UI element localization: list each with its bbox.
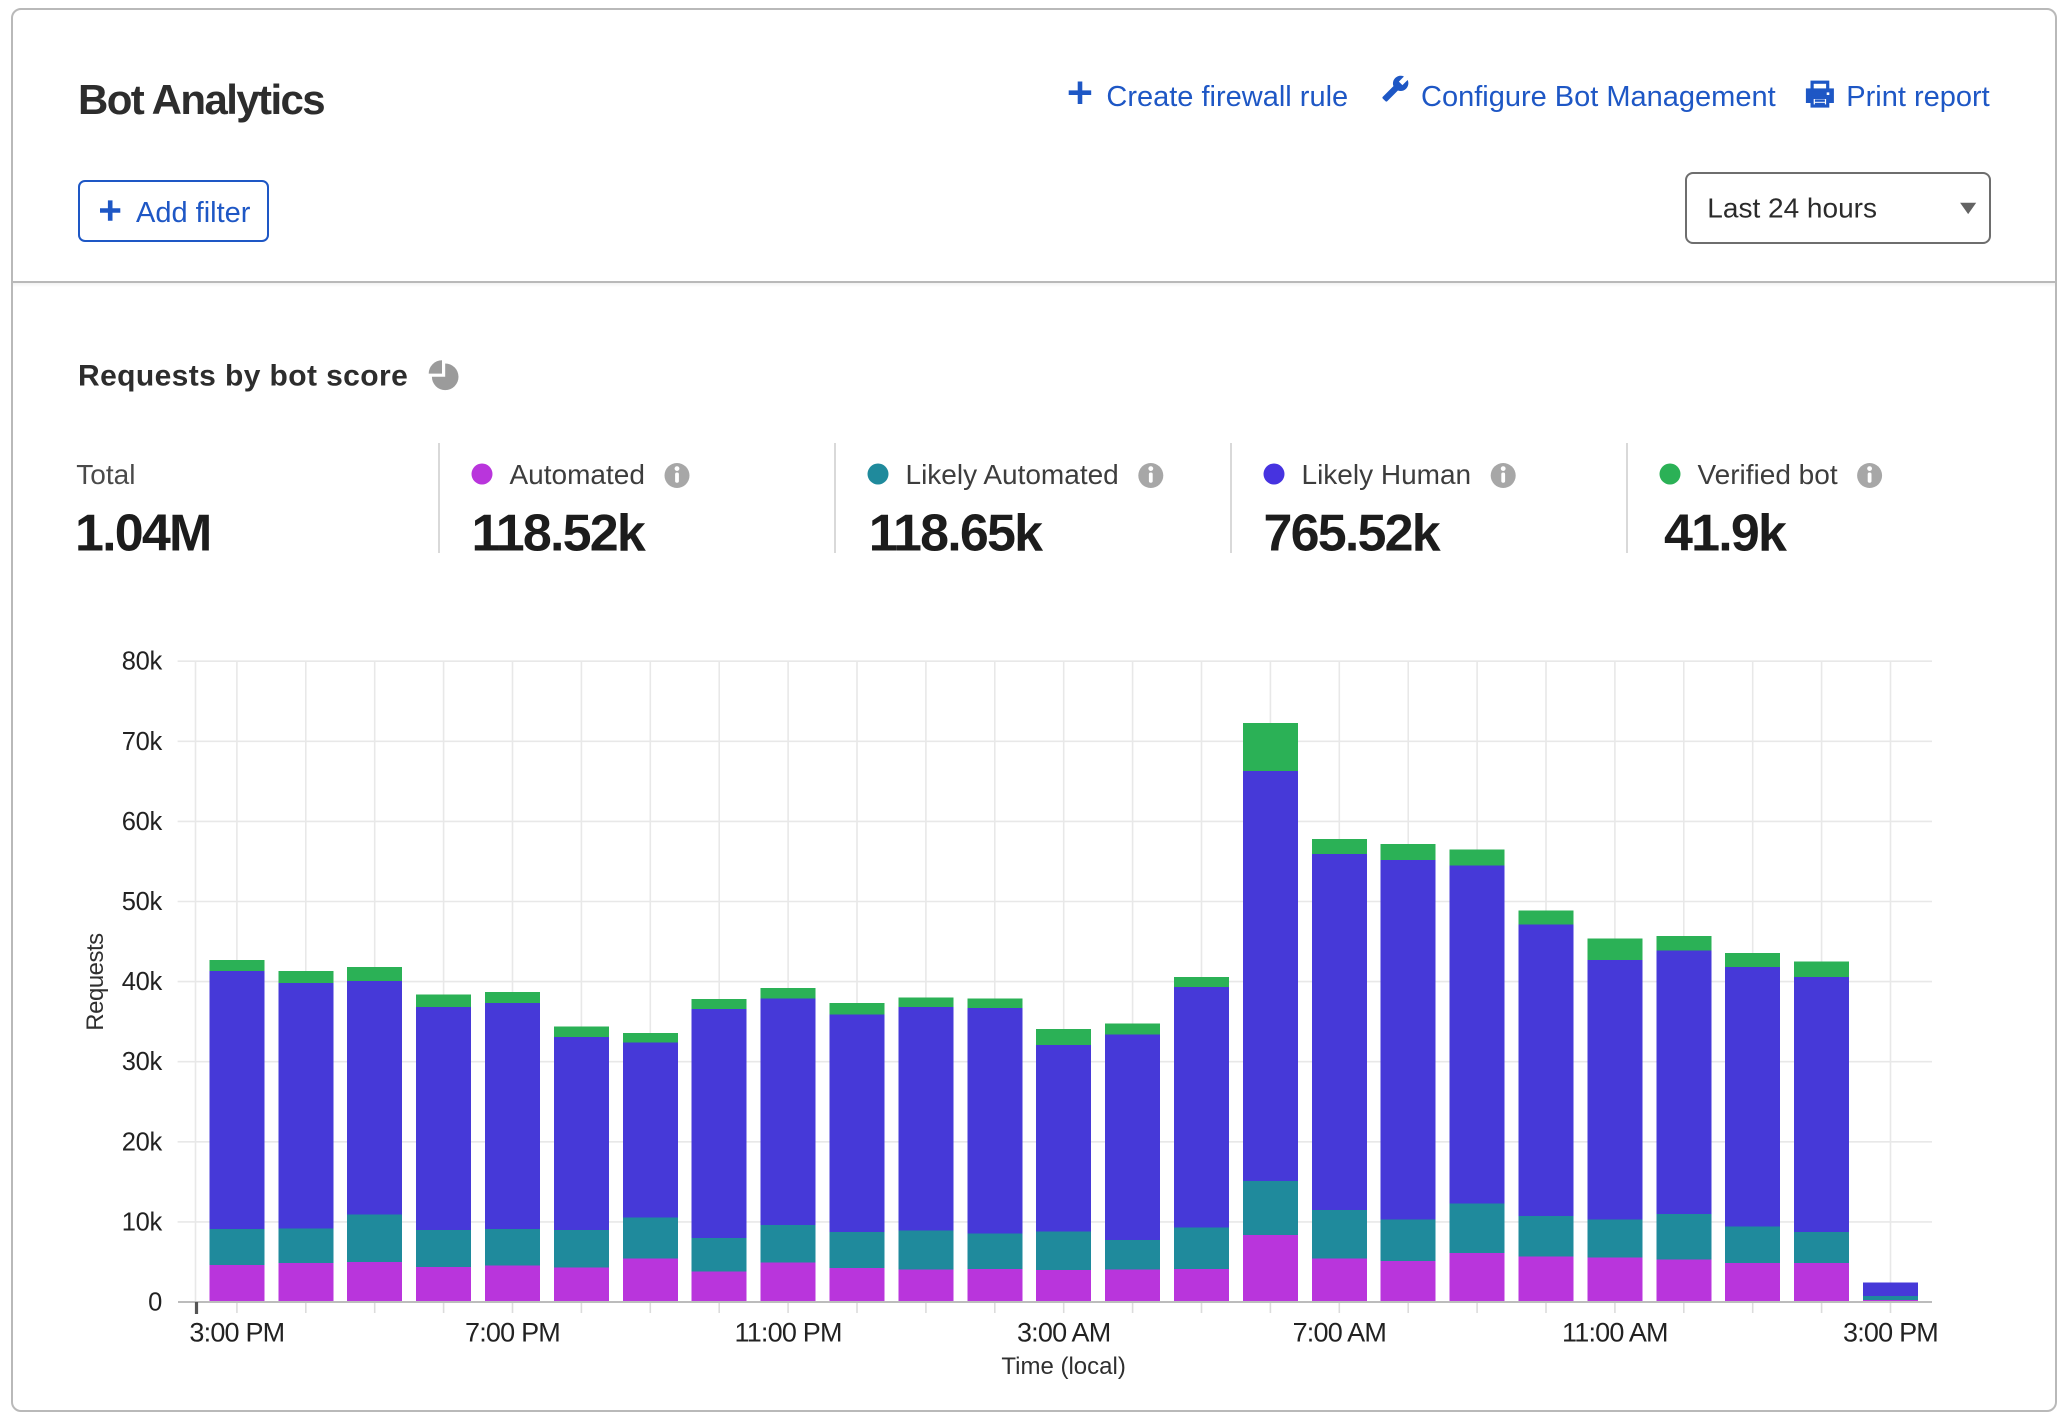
svg-text:3:00 PM: 3:00 PM bbox=[189, 1318, 284, 1348]
svg-text:0: 0 bbox=[148, 1289, 162, 1317]
svg-text:3:00 AM: 3:00 AM bbox=[1017, 1318, 1110, 1348]
svg-text:Last 24 hours: Last 24 hours bbox=[1707, 193, 1877, 224]
svg-text:7:00 PM: 7:00 PM bbox=[465, 1318, 560, 1348]
svg-text:60k: 60k bbox=[122, 808, 163, 836]
svg-text:118.65k: 118.65k bbox=[869, 505, 1043, 563]
svg-text:Verified bot: Verified bot bbox=[1698, 459, 1838, 490]
svg-text:Requests: Requests bbox=[82, 933, 109, 1031]
svg-text:10k: 10k bbox=[122, 1208, 163, 1236]
svg-text:765.52k: 765.52k bbox=[1264, 505, 1441, 563]
svg-text:50k: 50k bbox=[122, 888, 163, 916]
svg-text:20k: 20k bbox=[122, 1128, 163, 1156]
svg-text:11:00 AM: 11:00 AM bbox=[1562, 1318, 1668, 1348]
svg-text:80k: 80k bbox=[122, 648, 163, 676]
svg-text:Likely Automated: Likely Automated bbox=[906, 459, 1119, 490]
svg-text:Automated: Automated bbox=[510, 459, 645, 490]
svg-text:Print report: Print report bbox=[1846, 81, 1989, 113]
svg-text:118.52k: 118.52k bbox=[472, 505, 646, 563]
svg-text:Total: Total bbox=[76, 459, 135, 490]
svg-text:41.9k: 41.9k bbox=[1664, 505, 1787, 563]
svg-text:Configure Bot Management: Configure Bot Management bbox=[1421, 81, 1776, 113]
svg-text:7:00 AM: 7:00 AM bbox=[1293, 1318, 1386, 1348]
svg-text:Likely Human: Likely Human bbox=[1302, 459, 1472, 490]
svg-text:40k: 40k bbox=[122, 968, 163, 996]
svg-text:3:00 PM: 3:00 PM bbox=[1843, 1318, 1938, 1348]
svg-text:Requests by bot score: Requests by bot score bbox=[78, 360, 408, 393]
svg-text:Time (local): Time (local) bbox=[1001, 1353, 1125, 1380]
svg-text:Add filter: Add filter bbox=[136, 197, 251, 229]
svg-text:70k: 70k bbox=[122, 728, 163, 756]
svg-text:11:00 PM: 11:00 PM bbox=[735, 1318, 842, 1348]
svg-text:30k: 30k bbox=[122, 1048, 163, 1076]
svg-text:1.04M: 1.04M bbox=[75, 505, 211, 563]
svg-text:Create firewall rule: Create firewall rule bbox=[1106, 81, 1348, 113]
svg-text:Bot Analytics: Bot Analytics bbox=[78, 76, 324, 123]
